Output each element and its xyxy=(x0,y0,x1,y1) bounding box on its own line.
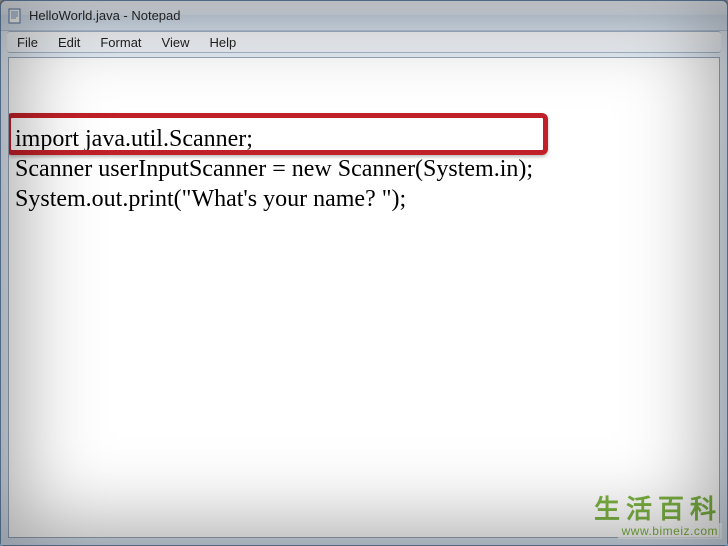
titlebar[interactable]: HelloWorld.java - Notepad xyxy=(1,1,727,31)
code-line-3: System.out.print("What's your name? "); xyxy=(15,184,713,214)
menu-help[interactable]: Help xyxy=(199,33,246,52)
notepad-window: HelloWorld.java - Notepad File Edit Form… xyxy=(0,0,728,546)
code-content: import java.util.Scanner;Scanner userInp… xyxy=(9,58,719,310)
menu-format[interactable]: Format xyxy=(90,33,151,52)
window-title: HelloWorld.java - Notepad xyxy=(29,8,181,23)
notepad-icon xyxy=(7,8,23,24)
text-area[interactable]: import java.util.Scanner;Scanner userInp… xyxy=(8,57,720,538)
menu-edit[interactable]: Edit xyxy=(48,33,90,52)
menu-view[interactable]: View xyxy=(152,33,200,52)
code-line-2: Scanner userInputScanner = new Scanner(S… xyxy=(15,154,713,184)
menu-file[interactable]: File xyxy=(11,33,48,52)
menubar: File Edit Format View Help xyxy=(7,31,721,53)
code-line-1: import java.util.Scanner; xyxy=(15,124,713,154)
